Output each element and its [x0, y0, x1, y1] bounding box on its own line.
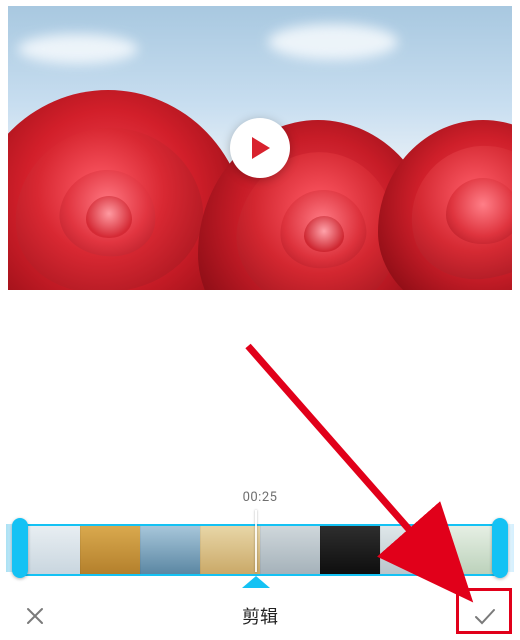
cloud	[268, 24, 398, 60]
thumbnail[interactable]	[320, 526, 380, 574]
thumbnail[interactable]	[200, 526, 260, 574]
close-icon	[25, 606, 45, 626]
thumbnail[interactable]	[80, 526, 140, 574]
thumbnail[interactable]	[140, 526, 200, 574]
trim-bar[interactable]	[6, 510, 514, 580]
confirm-button[interactable]	[468, 599, 502, 633]
playhead-indicator[interactable]	[242, 576, 270, 586]
thumbnail[interactable]	[260, 526, 320, 574]
check-icon	[473, 606, 497, 626]
editor-title: 剪辑	[242, 603, 278, 629]
play-button[interactable]	[230, 118, 290, 178]
play-icon	[249, 136, 271, 160]
thumbnail[interactable]	[20, 526, 80, 574]
cancel-button[interactable]	[18, 599, 52, 633]
trim-handle-right[interactable]	[492, 518, 508, 578]
thumbnail[interactable]	[380, 526, 440, 574]
thumbnail[interactable]	[440, 526, 500, 574]
editor-screen: 00:25 剪辑	[0, 0, 520, 640]
bottom-bar: 剪辑	[0, 592, 520, 640]
video-preview[interactable]	[8, 6, 512, 290]
current-time: 00:25	[0, 490, 520, 505]
trim-handle-left[interactable]	[12, 518, 28, 578]
cloud	[18, 34, 138, 64]
thumbnail-strip[interactable]	[20, 524, 500, 576]
